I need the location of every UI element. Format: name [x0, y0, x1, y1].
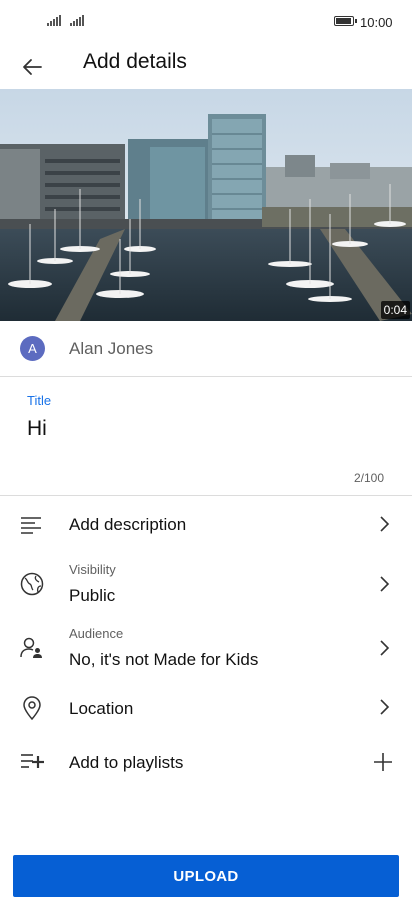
video-duration: 0:04 [380, 301, 410, 319]
page-title: Add details [83, 50, 187, 73]
battery-icon [334, 16, 357, 26]
globe-icon [20, 572, 44, 596]
description-icon [21, 517, 41, 534]
location-row[interactable]: Location [0, 683, 412, 733]
add-description-row[interactable]: Add description [0, 497, 412, 553]
harbor-thumbnail-image [0, 89, 412, 321]
signal-icon [47, 15, 61, 26]
location-label: Location [69, 699, 134, 718]
add-to-playlists-label: Add to playlists [69, 753, 184, 772]
back-arrow-icon[interactable] [16, 50, 50, 84]
video-thumbnail[interactable]: 0:04 [0, 89, 412, 321]
status-bar: 10:00 [0, 0, 412, 44]
audience-row[interactable]: Audience No, it's not Made for Kids [0, 619, 412, 679]
visibility-row[interactable]: Visibility Public [0, 555, 412, 615]
account-row: A Alan Jones [0, 322, 412, 377]
chevron-right-icon [380, 516, 390, 532]
chevron-right-icon [380, 640, 390, 656]
add-to-playlists-row[interactable]: Add to playlists [0, 737, 412, 789]
app-bar: Add details [0, 44, 412, 88]
playlist-add-icon [21, 754, 44, 768]
title-input[interactable] [27, 417, 367, 441]
chevron-right-icon [380, 576, 390, 592]
audience-icon [20, 637, 42, 658]
account-name: Alan Jones [69, 339, 154, 358]
avatar: A [20, 336, 45, 361]
title-field[interactable]: Title 2/100 [0, 377, 412, 496]
title-label: Title [27, 393, 52, 408]
visibility-caption: Visibility [69, 562, 116, 577]
status-time: 10:00 [360, 15, 393, 30]
signal-icon [70, 15, 84, 26]
add-description-label: Add description [69, 515, 187, 534]
character-count: 2/100 [353, 471, 384, 485]
audience-caption: Audience [69, 626, 124, 641]
plus-icon[interactable] [372, 751, 394, 773]
chevron-right-icon [380, 699, 390, 715]
audience-value: No, it's not Made for Kids [69, 650, 259, 669]
upload-button[interactable]: UPLOAD [13, 855, 399, 897]
visibility-value: Public [69, 586, 116, 605]
location-pin-icon [23, 696, 41, 721]
